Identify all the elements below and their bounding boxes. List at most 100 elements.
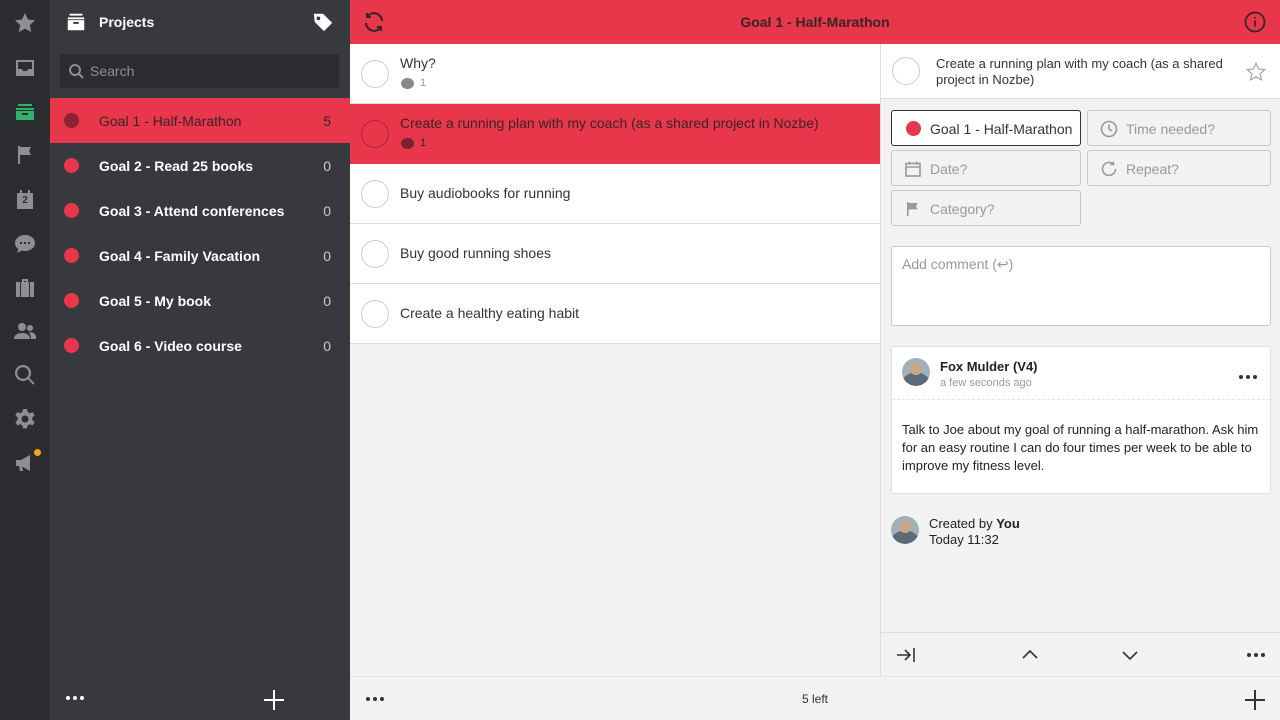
project-row-goal-2[interactable]: Goal 2 - Read 25 books 0 [50, 143, 350, 188]
comment-time: a few seconds ago [940, 377, 1032, 389]
info-icon[interactable] [1244, 11, 1266, 33]
project-list: Goal 1 - Half-Marathon 5 Goal 2 - Read 2… [50, 98, 350, 368]
bottom-bar: 5 left [350, 676, 1280, 720]
project-row-goal-5[interactable]: Goal 5 - My book 0 [50, 278, 350, 323]
rail-item-priority[interactable] [0, 3, 50, 43]
rail-item-comments[interactable] [0, 224, 50, 264]
category-button[interactable]: Category? [891, 190, 1081, 226]
task-complete-checkbox[interactable] [361, 60, 389, 88]
task-list: Why? 1 Create a running plan with my coa… [350, 44, 880, 676]
date-button[interactable]: Date? [891, 150, 1081, 186]
search-input[interactable] [90, 54, 330, 88]
project-color-dot [64, 338, 79, 353]
project-task-count: 0 [323, 158, 331, 174]
rail-item-settings[interactable] [0, 399, 50, 439]
project-field-button[interactable]: Goal 1 - Half-Marathon [891, 110, 1081, 146]
task-complete-checkbox[interactable] [361, 240, 389, 268]
projects-footer [50, 676, 350, 720]
task-complete-checkbox[interactable] [361, 300, 389, 328]
gear-icon [15, 409, 35, 429]
task-complete-checkbox[interactable] [361, 180, 389, 208]
rail-item-flags[interactable] [0, 135, 50, 175]
project-name: Goal 4 - Family Vacation [99, 248, 261, 264]
task-title: Create a running plan with my coach (as … [400, 115, 819, 131]
project-color-dot [64, 113, 79, 128]
projects-more-icon[interactable] [60, 688, 90, 708]
close-pane-icon[interactable] [895, 644, 917, 666]
team-icon [14, 323, 36, 339]
project-name: Goal 1 - Half-Marathon [99, 113, 242, 129]
icon-rail: 2 [0, 0, 50, 720]
project-task-count: 5 [323, 113, 331, 129]
comments-icon [15, 235, 35, 253]
rail-item-search[interactable] [0, 355, 50, 395]
star-icon[interactable] [1245, 61, 1267, 83]
project-name: Goal 3 - Attend conferences [99, 203, 285, 219]
rail-item-announcements[interactable] [0, 443, 50, 483]
briefcase-icon [16, 279, 34, 297]
task-complete-checkbox[interactable] [361, 120, 389, 148]
task-title: Create a healthy eating habit [400, 305, 580, 321]
comment-body: Talk to Joe about my goal of running a h… [902, 422, 1259, 473]
detail-more-icon[interactable] [1241, 645, 1271, 665]
rail-item-team[interactable] [0, 311, 50, 351]
project-name: Goal 6 - Video course [99, 338, 242, 354]
task-row-selected[interactable]: Create a running plan with my coach (as … [350, 104, 880, 164]
rail-item-templates[interactable] [0, 268, 50, 308]
repeat-label: Repeat? [1126, 161, 1179, 177]
project-row-goal-1[interactable]: Goal 1 - Half-Marathon 5 [50, 98, 350, 143]
detail-header: Create a running plan with my coach (as … [881, 44, 1280, 99]
time-needed-label: Time needed? [1126, 121, 1215, 137]
top-bar: Goal 1 - Half-Marathon [350, 0, 1280, 44]
add-project-icon[interactable] [263, 689, 285, 711]
detail-complete-checkbox[interactable] [892, 57, 920, 85]
add-comment-box[interactable] [891, 246, 1271, 326]
project-row-goal-3[interactable]: Goal 3 - Attend conferences 0 [50, 188, 350, 233]
project-color-dot [906, 121, 921, 136]
tasks-left-count: 5 left [801, 692, 828, 706]
project-search[interactable] [60, 54, 339, 88]
rail-item-projects[interactable] [0, 92, 50, 132]
calendar-icon [904, 160, 922, 178]
clock-icon [1100, 120, 1118, 138]
project-color-dot [64, 293, 79, 308]
task-title: Why? [400, 55, 436, 71]
comment-input[interactable] [892, 247, 1270, 325]
notification-dot [34, 449, 41, 456]
chevron-up-icon[interactable] [1019, 644, 1041, 666]
search-icon [14, 364, 35, 385]
creator-avatar [891, 516, 919, 544]
task-row[interactable]: Why? 1 [350, 44, 880, 104]
chevron-down-icon[interactable] [1119, 644, 1141, 666]
projects-header: Projects [50, 0, 350, 44]
repeat-icon [1100, 160, 1118, 178]
project-color-dot [64, 158, 79, 173]
task-row[interactable]: Create a healthy eating habit [350, 284, 880, 344]
time-needed-button[interactable]: Time needed? [1087, 110, 1271, 146]
project-row-goal-6[interactable]: Goal 6 - Video course 0 [50, 323, 350, 368]
task-title: Buy good running shoes [400, 245, 551, 261]
created-by-prefix: Created by [929, 516, 993, 531]
project-color-dot [64, 203, 79, 218]
comment-bubble-icon [401, 137, 414, 149]
date-label: Date? [930, 161, 968, 177]
task-row[interactable]: Buy audiobooks for running [350, 164, 880, 224]
created-by: Created by You [929, 516, 1020, 531]
add-task-icon[interactable] [1244, 689, 1266, 711]
projects-title: Projects [99, 14, 155, 30]
comment-count: 1 [420, 137, 427, 149]
project-task-count: 0 [323, 248, 331, 264]
comment-more-icon[interactable] [1233, 367, 1263, 387]
detail-task-title[interactable]: Create a running plan with my coach (as … [936, 56, 1226, 88]
inbox-icon [16, 60, 34, 76]
task-row[interactable]: Buy good running shoes [350, 224, 880, 284]
comment-card: Fox Mulder (V4) a few seconds ago Talk t… [891, 346, 1271, 494]
repeat-button[interactable]: Repeat? [1087, 150, 1271, 186]
projects-icon [16, 104, 34, 120]
task-comment-count: 1 [401, 77, 426, 89]
tag-icon[interactable] [312, 11, 334, 33]
project-row-goal-4[interactable]: Goal 4 - Family Vacation 0 [50, 233, 350, 278]
rail-item-inbox[interactable] [0, 48, 50, 88]
project-color-dot [64, 248, 79, 263]
rail-item-calendar[interactable]: 2 [0, 180, 50, 220]
